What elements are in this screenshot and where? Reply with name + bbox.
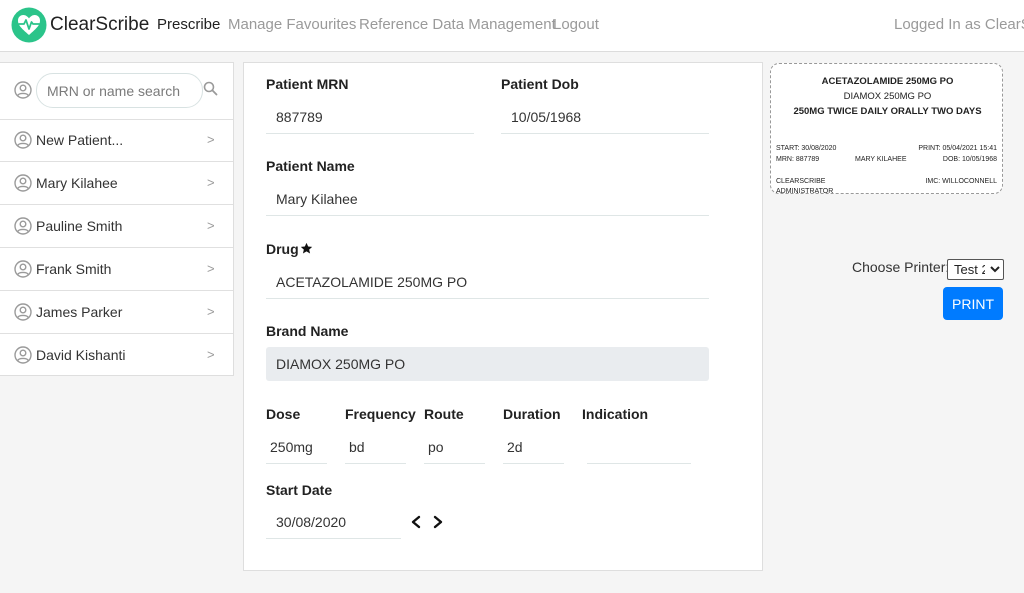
patient-mrn-label: Patient MRN [266, 76, 349, 92]
patient-search-input[interactable] [36, 73, 203, 108]
label-brand: DIAMOX 250MG PO [843, 91, 932, 102]
indication-label: Indication [582, 406, 649, 422]
user-circle-icon [14, 346, 32, 364]
brand-name-label: Brand Name [266, 323, 349, 339]
patient-item-james-parker[interactable]: James Parker > [0, 291, 233, 334]
nav-logout[interactable]: Logout [553, 16, 599, 33]
nav-reference-data-management[interactable]: Reference Data Management [359, 16, 556, 33]
patient-name-label: James Parker [36, 304, 123, 320]
label-prescriber-line1: CLEARSCRIBE [776, 178, 826, 185]
patient-name-label: Pauline Smith [36, 218, 123, 234]
nav-prescribe[interactable]: Prescribe [157, 16, 220, 33]
patient-item-frank-smith[interactable]: Frank Smith > [0, 248, 233, 291]
route-label: Route [424, 406, 464, 422]
duration-input[interactable] [503, 430, 564, 464]
label-prescriber-line2: ADMINISTRATOR [776, 188, 834, 195]
label-mrn: MRN: 887789 [776, 156, 820, 163]
patient-name-label: Mary Kilahee [36, 175, 118, 191]
logged-in-status: Logged In as ClearScribe [894, 16, 1024, 33]
print-button[interactable]: PRINT [943, 287, 1003, 320]
patient-item-new[interactable]: New Patient... > [0, 119, 233, 162]
user-circle-icon [14, 131, 32, 149]
nav-manage-favourites[interactable]: Manage Favourites [228, 16, 356, 33]
star-favourite-icon[interactable] [300, 242, 313, 255]
prescription-form: Patient MRN Patient Dob Patient Name Dru… [243, 62, 763, 571]
user-circle-icon [14, 217, 32, 235]
patient-name-input[interactable] [266, 182, 709, 216]
chevron-right-icon[interactable] [432, 515, 444, 529]
frequency-label: Frequency [345, 406, 416, 422]
chevron-right-icon: > [207, 132, 215, 147]
start-date-input[interactable] [266, 505, 401, 539]
top-navbar: ClearScribe Prescribe Manage Favourites … [0, 0, 1024, 52]
chevron-right-icon: > [207, 218, 215, 233]
drug-input[interactable] [266, 265, 709, 299]
label-imc: IMC: WILLOCONNELL [925, 178, 997, 185]
chevron-left-icon[interactable] [410, 515, 422, 529]
user-circle-icon [14, 174, 32, 192]
dispensing-label-preview: ACETAZOLAMIDE 250MG PO DIAMOX 250MG PO 2… [770, 63, 1003, 195]
patient-name-label: Frank Smith [36, 261, 112, 277]
dose-label: Dose [266, 406, 301, 422]
patient-search-row [0, 63, 233, 120]
brand-name[interactable]: ClearScribe [50, 14, 149, 36]
label-drug: ACETAZOLAMIDE 250MG PO [821, 76, 954, 87]
route-input[interactable] [424, 430, 485, 464]
label-directions: 250MG TWICE DAILY ORALLY TWO DAYS [793, 106, 982, 117]
frequency-input[interactable] [345, 430, 406, 464]
search-icon[interactable] [203, 81, 218, 96]
patient-item-mary-kilahee[interactable]: Mary Kilahee > [0, 162, 233, 205]
patient-name-field-label: Patient Name [266, 158, 355, 174]
choose-printer-label: Choose Printer: [852, 259, 950, 275]
indication-input[interactable] [587, 430, 691, 464]
duration-label: Duration [503, 406, 561, 422]
patient-name-label: David Kishanti [36, 347, 126, 363]
patient-sidebar: New Patient... > Mary Kilahee > Pauline … [0, 62, 234, 376]
brand-name-input [266, 347, 709, 381]
chevron-right-icon: > [207, 261, 215, 276]
patient-dob-input[interactable] [501, 100, 709, 134]
dose-input[interactable] [266, 430, 327, 464]
patient-mrn-input[interactable] [266, 100, 474, 134]
user-circle-icon [14, 260, 32, 278]
clearscribe-logo-icon [11, 7, 47, 43]
chevron-right-icon: > [207, 304, 215, 319]
drug-label-text: Drug [266, 241, 299, 257]
chevron-right-icon: > [207, 175, 215, 190]
patient-item-david-kishanti[interactable]: David Kishanti > [0, 334, 233, 377]
drug-label: Drug [266, 241, 313, 257]
label-print-date: PRINT: 05/04/2021 15:41 [918, 145, 997, 152]
chevron-right-icon: > [207, 347, 215, 362]
label-dob: DOB: 10/05/1968 [942, 156, 997, 163]
user-circle-icon [14, 81, 32, 99]
patient-name-label: New Patient... [36, 132, 124, 148]
user-circle-icon [14, 303, 32, 321]
printer-select[interactable]: Test 2 [947, 259, 1004, 280]
patient-dob-label: Patient Dob [501, 76, 579, 92]
start-date-label: Start Date [266, 482, 333, 498]
label-patient-name: MARY KILAHEE [855, 156, 907, 163]
patient-item-pauline-smith[interactable]: Pauline Smith > [0, 205, 233, 248]
label-start-date: START: 30/08/2020 [776, 145, 837, 152]
